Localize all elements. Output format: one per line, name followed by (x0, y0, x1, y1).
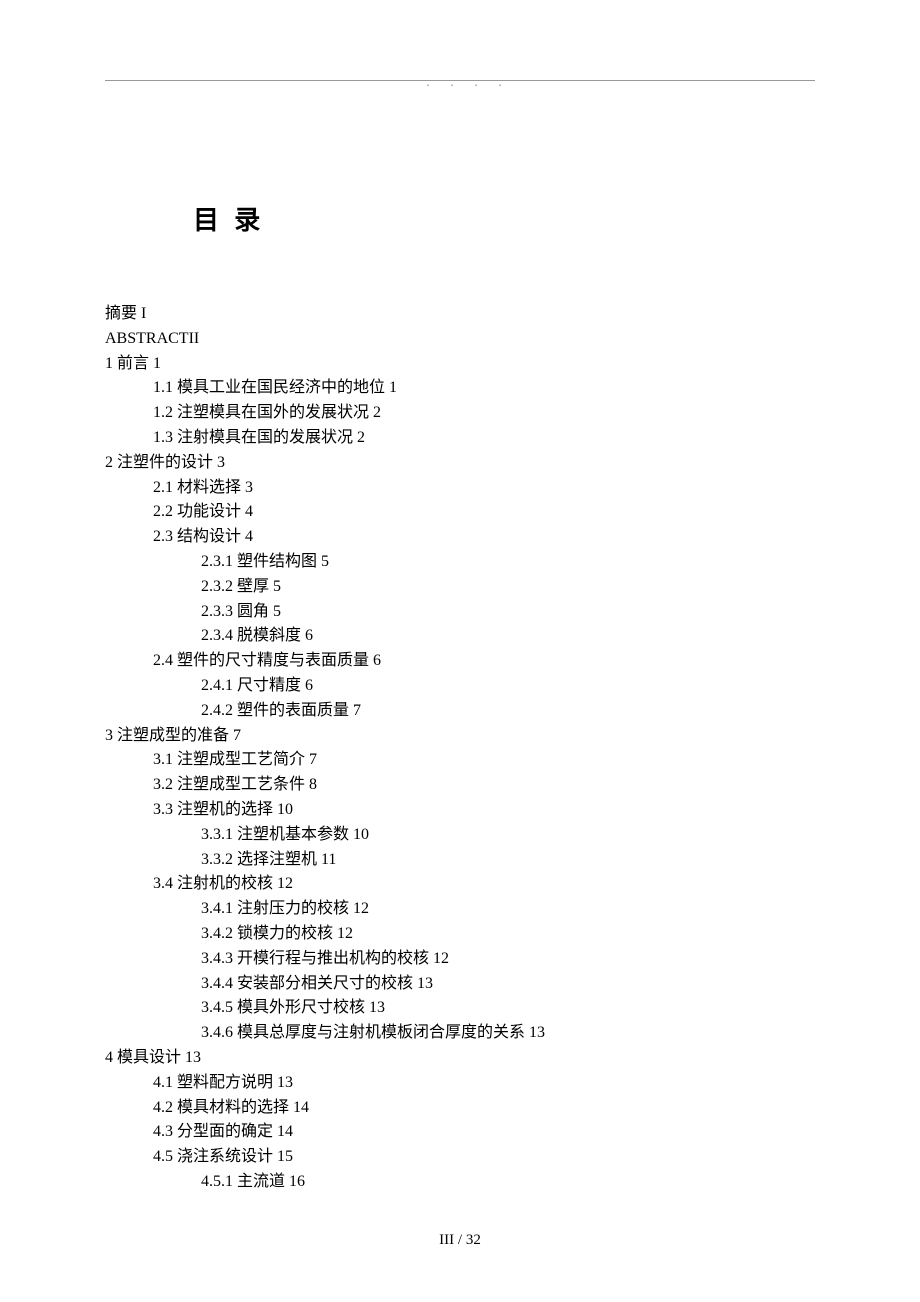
toc-entry: 2.4.1 尺寸精度 6 (105, 674, 815, 699)
toc-entry: 4.2 模具材料的选择 14 (105, 1096, 815, 1121)
toc-entry: 3 注塑成型的准备 7 (105, 724, 815, 749)
toc-title: 目 录 (193, 200, 264, 240)
page-footer: III / 32 (0, 1229, 920, 1252)
toc-entry: 3.3.2 选择注塑机 11 (105, 848, 815, 873)
toc-entry: 3.1 注塑成型工艺简介 7 (105, 748, 815, 773)
toc-entry: 2.2 功能设计 4 (105, 500, 815, 525)
toc-entry: 2.3.1 塑件结构图 5 (105, 550, 815, 575)
toc-entry: 2.3.2 壁厚 5 (105, 575, 815, 600)
toc-entry: 4.3 分型面的确定 14 (105, 1120, 815, 1145)
toc-entry: 3.4.4 安装部分相关尺寸的校核 13 (105, 972, 815, 997)
toc-entry: 2.4.2 塑件的表面质量 7 (105, 699, 815, 724)
toc-entry: 4.5.1 主流道 16 (105, 1170, 815, 1195)
toc-entry: 摘要 I (105, 302, 815, 327)
toc-entry: 2.1 材料选择 3 (105, 476, 815, 501)
toc-entry: 3.4 注射机的校核 12 (105, 872, 815, 897)
toc-entry: 2.3.4 脱模斜度 6 (105, 624, 815, 649)
toc-entry: 1.1 模具工业在国民经济中的地位 1 (105, 376, 815, 401)
toc-entry: 1.2 注塑模具在国外的发展状况 2 (105, 401, 815, 426)
toc-entry: 4 模具设计 13 (105, 1046, 815, 1071)
toc-entry: 3.4.3 开模行程与推出机构的校核 12 (105, 947, 815, 972)
toc-entry: 3.4.6 模具总厚度与注射机模板闭合厚度的关系 13 (105, 1021, 815, 1046)
toc-entry: ABSTRACTII (105, 327, 815, 352)
toc-entry: 4.5 浇注系统设计 15 (105, 1145, 815, 1170)
toc-entry: 2.3.3 圆角 5 (105, 600, 815, 625)
toc-list: 摘要 IABSTRACTII1 前言 11.1 模具工业在国民经济中的地位 11… (105, 302, 815, 1195)
toc-entry: 4.1 塑料配方说明 13 (105, 1071, 815, 1096)
toc-entry: 2.4 塑件的尺寸精度与表面质量 6 (105, 649, 815, 674)
toc-entry: 2.3 结构设计 4 (105, 525, 815, 550)
toc-entry: 3.4.2 锁模力的校核 12 (105, 922, 815, 947)
toc-entry: 1 前言 1 (105, 352, 815, 377)
toc-entry: 1.3 注射模具在国的发展状况 2 (105, 426, 815, 451)
toc-entry: 3.3 注塑机的选择 10 (105, 798, 815, 823)
toc-entry: 3.3.1 注塑机基本参数 10 (105, 823, 815, 848)
toc-entry: 2 注塑件的设计 3 (105, 451, 815, 476)
toc-entry: 3.2 注塑成型工艺条件 8 (105, 773, 815, 798)
dot-decoration: . . . . (425, 76, 509, 92)
toc-entry: 3.4.1 注射压力的校核 12 (105, 897, 815, 922)
toc-entry: 3.4.5 模具外形尺寸校核 13 (105, 996, 815, 1021)
